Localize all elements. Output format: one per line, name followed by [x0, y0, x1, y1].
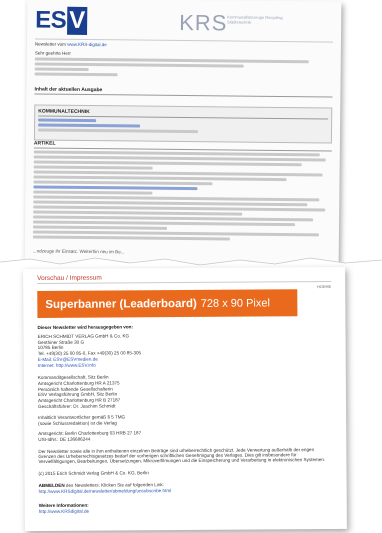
esv-logo: ES V [35, 6, 87, 35]
section-kommunal-title: KOMMUNALTECHNIK [38, 108, 329, 120]
krs-logo: KRS [179, 9, 228, 36]
registry-line: USt-IdNr.: DE 136686244 [38, 436, 91, 442]
preview-title: Vorschau / Impressum [37, 274, 102, 283]
kommunal-box: KOMMUNALTECHNIK [33, 104, 333, 144]
newsletter-link[interactable]: www.KRS-digital.de [67, 42, 107, 47]
newsletter-top-page: ES V KRS Kommunalfahrzeuge Recycling Städ… [24, 0, 342, 270]
publisher-website[interactable]: Internet: http://www.ESV.info [38, 361, 332, 369]
current-issue-section: Inhalt der aktuellen Ausgabe [34, 86, 333, 99]
impressum-page: Vorschau / Impressum HOEHE Superbanner (… [23, 266, 347, 532]
banner-size: 728 x 90 Pixel [200, 296, 270, 310]
company-block: Kommanditgesellschaft, Sitz Berlin Amtsg… [38, 373, 332, 410]
company-line: Geschäftsführer: Dr. Joachim Schmidt [38, 403, 116, 410]
more-info-block: Weitere Informationen: http://www.KRSdig… [39, 501, 333, 515]
newsletter-label: Newsletter vom [34, 41, 66, 47]
articles-section: ARTIKEL [32, 140, 332, 243]
section-articles-title: ARTIKEL [33, 140, 332, 152]
unsubscribe-text: des Newsletters: Klicken Sie auf folgend… [65, 482, 164, 488]
responsible-block: Inhaltlich Verantwortlicher gemäß § 5 TM… [38, 413, 332, 427]
more-info-link[interactable]: http://www.KRSdigital.de [39, 507, 333, 515]
publisher-block: Dieser Newsletter wird herausgegeben von… [37, 323, 331, 369]
registry-block: Amtsgericht: Berlin Charlottenburg 03 HR… [38, 429, 332, 443]
krs-logo-subtitle: Kommunalfahrzeuge Recycling Städtetechni… [227, 14, 283, 25]
responsible-line: (sowie Schlussredaktion) ist die Verlag [38, 420, 117, 426]
unsubscribe-block: ABMELDEN des Newsletters: Klicken Sie au… [39, 481, 333, 495]
header-logos: ES V KRS Kommunalfahrzeuge Recycling Städ… [27, 6, 341, 37]
section-current-title: Inhalt der aktuellen Ausgabe [34, 86, 333, 98]
copyright-line: (c) 2015 Erich Schmidt Verlag GmbH & Co.… [38, 470, 149, 477]
copyright-paragraph: Der Newsletter sowie alle in ihm enthalt… [38, 447, 326, 465]
intro-section: Sehr geehrte Herr [34, 50, 333, 80]
newsletter-info-row: Newsletter vom www.KRS-digital.de [34, 38, 333, 50]
banner-title: Superbanner (Leaderboard) [45, 297, 197, 311]
unsubscribe-link[interactable]: http://www.KRSdigital.de/newsletter/abme… [39, 487, 333, 495]
page-number: HOEHE [316, 283, 332, 290]
unsubscribe-label: ABMELDEN [38, 482, 65, 489]
superbanner-placeholder[interactable]: Superbanner (Leaderboard) 728 x 90 Pixel [37, 289, 298, 319]
